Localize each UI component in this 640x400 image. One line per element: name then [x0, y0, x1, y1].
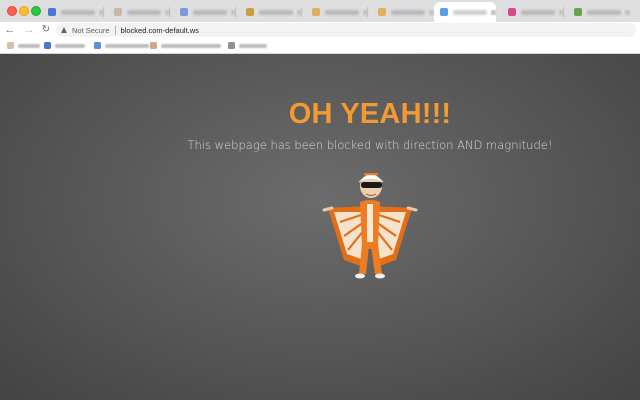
- back-arrow-icon[interactable]: ←: [3, 22, 17, 38]
- browser-tab[interactable]: [306, 3, 368, 21]
- warning-icon[interactable]: [61, 27, 67, 33]
- bookmark-favicon-icon: [7, 42, 14, 49]
- forward-arrow-icon[interactable]: →: [22, 22, 36, 38]
- right-shoe-shape: [375, 273, 385, 279]
- tab-strip: [0, 0, 640, 23]
- tab-favicon-icon: [378, 8, 386, 16]
- browser-window: ← → ↻ Not Secure blocked.com-default.ws: [0, 0, 640, 400]
- tab-favicon-icon: [508, 8, 516, 16]
- browser-tab[interactable]: [240, 3, 302, 21]
- sunglasses-shape: [361, 182, 382, 188]
- bookmark-favicon-icon: [228, 42, 235, 49]
- bookmarks-bar: [0, 38, 640, 54]
- tab-close-icon[interactable]: [625, 9, 630, 15]
- browser-tab[interactable]: [108, 3, 170, 21]
- page-headline: OH YEAH!!!: [288, 98, 452, 130]
- bookmark-favicon-icon: [94, 42, 101, 49]
- browser-tab[interactable]: [502, 3, 564, 21]
- left-shoe-shape: [355, 273, 365, 279]
- bookmark-favicon-icon: [150, 42, 157, 49]
- bookmark-favicon-icon: [44, 42, 51, 49]
- tab-favicon-icon: [246, 8, 254, 16]
- minimize-window-button[interactable]: [19, 6, 29, 16]
- page-subtitle: This webpage has been blocked with direc…: [187, 138, 553, 152]
- tab-close-icon[interactable]: [491, 9, 496, 15]
- bookmark-item[interactable]: [94, 41, 149, 50]
- address-bar[interactable]: Not Secure blocked.com-default.ws: [56, 23, 636, 37]
- tab-favicon-icon: [312, 8, 320, 16]
- browser-tab[interactable]: [174, 3, 236, 21]
- zoom-window-button[interactable]: [31, 6, 41, 16]
- bookmark-item[interactable]: [44, 41, 85, 50]
- left-hand-shape: [322, 206, 334, 212]
- browser-toolbar: ← → ↻ Not Secure blocked.com-default.ws: [0, 22, 640, 38]
- browser-tab[interactable]: [568, 3, 630, 21]
- blocked-page: OH YEAH!!! This webpage has been blocked…: [0, 54, 640, 400]
- bookmark-item[interactable]: [228, 41, 267, 50]
- security-status-label[interactable]: Not Secure: [72, 26, 110, 35]
- tab-favicon-icon: [440, 8, 448, 16]
- close-window-button[interactable]: [7, 6, 17, 16]
- browser-tab-active[interactable]: [434, 2, 496, 22]
- bookmark-item[interactable]: [150, 41, 221, 50]
- tab-favicon-icon: [48, 8, 56, 16]
- tab-favicon-icon: [574, 8, 582, 16]
- tab-favicon-icon: [180, 8, 188, 16]
- browser-tab[interactable]: [42, 3, 104, 21]
- url-text[interactable]: blocked.com-default.ws: [121, 26, 199, 35]
- reload-icon[interactable]: ↻: [39, 22, 53, 38]
- tab-favicon-icon: [114, 8, 122, 16]
- right-hand-shape: [406, 206, 418, 212]
- browser-tab[interactable]: [372, 3, 434, 21]
- bookmark-item[interactable]: [7, 41, 40, 50]
- wingsuit-mascot-image: [322, 173, 418, 279]
